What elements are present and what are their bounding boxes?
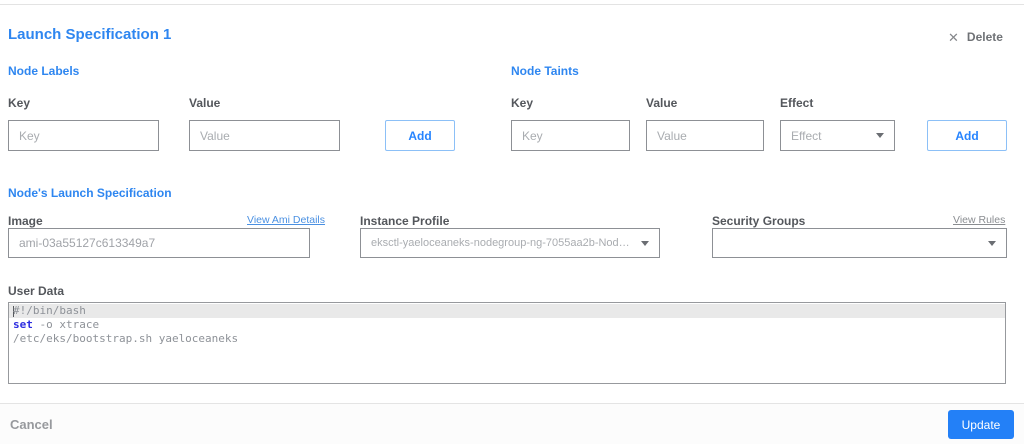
page-title: Launch Specification 1 bbox=[8, 26, 172, 43]
image-label: Image bbox=[8, 214, 43, 228]
node-taints-value-input[interactable] bbox=[646, 120, 764, 151]
node-taints-effect-label: Effect bbox=[780, 96, 814, 110]
node-taints-add-button[interactable]: Add bbox=[927, 120, 1007, 151]
code-line: #!/bin/bash bbox=[9, 304, 1005, 318]
image-input[interactable] bbox=[8, 228, 310, 258]
code-line: set -o xtrace bbox=[9, 318, 1005, 332]
close-x-icon: ✕ bbox=[948, 29, 959, 45]
security-groups-label: Security Groups bbox=[712, 214, 806, 228]
node-taints-effect-dropdown[interactable]: Effect bbox=[780, 120, 895, 151]
node-taints-heading: Node Taints bbox=[511, 64, 579, 78]
top-divider bbox=[0, 4, 1024, 5]
code-line: /etc/eks/bootstrap.sh yaeloceaneks bbox=[9, 332, 1005, 346]
code-token: set bbox=[13, 318, 33, 331]
delete-label: Delete bbox=[966, 30, 1003, 44]
node-labels-key-input[interactable] bbox=[8, 120, 159, 151]
instance-profile-dropdown[interactable]: eksctl-yaeloceaneks-nodegroup-ng-7055aa2… bbox=[360, 228, 660, 258]
node-labels-heading: Node Labels bbox=[8, 64, 80, 78]
effect-placeholder: Effect bbox=[791, 128, 822, 143]
user-data-label: User Data bbox=[8, 284, 65, 298]
chevron-down-icon bbox=[876, 133, 884, 138]
footer-bar: Cancel Update bbox=[0, 403, 1024, 444]
delete-button[interactable]: ✕ Delete bbox=[948, 30, 1003, 44]
view-rules-link[interactable]: View Rules bbox=[953, 214, 1005, 226]
node-labels-value-label: Value bbox=[189, 96, 221, 110]
code-token: #!/bin/bash bbox=[13, 304, 86, 317]
node-taints-key-input[interactable] bbox=[511, 120, 630, 151]
code-token: /etc/eks/bootstrap.sh yaeloceaneks bbox=[13, 332, 239, 345]
launch-specification-panel: Launch Specification 1 ✕ Delete Node Lab… bbox=[0, 0, 1024, 444]
instance-profile-label: Instance Profile bbox=[360, 214, 450, 228]
update-button[interactable]: Update bbox=[948, 410, 1014, 439]
code-token: -o xtrace bbox=[32, 318, 100, 331]
node-taints-value-label: Value bbox=[646, 96, 678, 110]
security-groups-dropdown[interactable] bbox=[712, 228, 1007, 258]
node-labels-value-input[interactable] bbox=[189, 120, 340, 151]
node-taints-key-label: Key bbox=[511, 96, 534, 110]
launch-spec-heading: Node's Launch Specification bbox=[8, 186, 172, 200]
cancel-button[interactable]: Cancel bbox=[10, 417, 53, 432]
instance-profile-value: eksctl-yaeloceaneks-nodegroup-ng-7055aa2… bbox=[371, 237, 641, 249]
chevron-down-icon bbox=[988, 240, 996, 246]
chevron-down-icon bbox=[641, 240, 649, 246]
view-ami-details-link[interactable]: View Ami Details bbox=[247, 214, 325, 226]
node-labels-add-button[interactable]: Add bbox=[385, 120, 455, 151]
node-labels-key-label: Key bbox=[8, 96, 31, 110]
user-data-code-editor[interactable]: #!/bin/bash set -o xtrace/etc/eks/bootstr… bbox=[8, 302, 1006, 384]
